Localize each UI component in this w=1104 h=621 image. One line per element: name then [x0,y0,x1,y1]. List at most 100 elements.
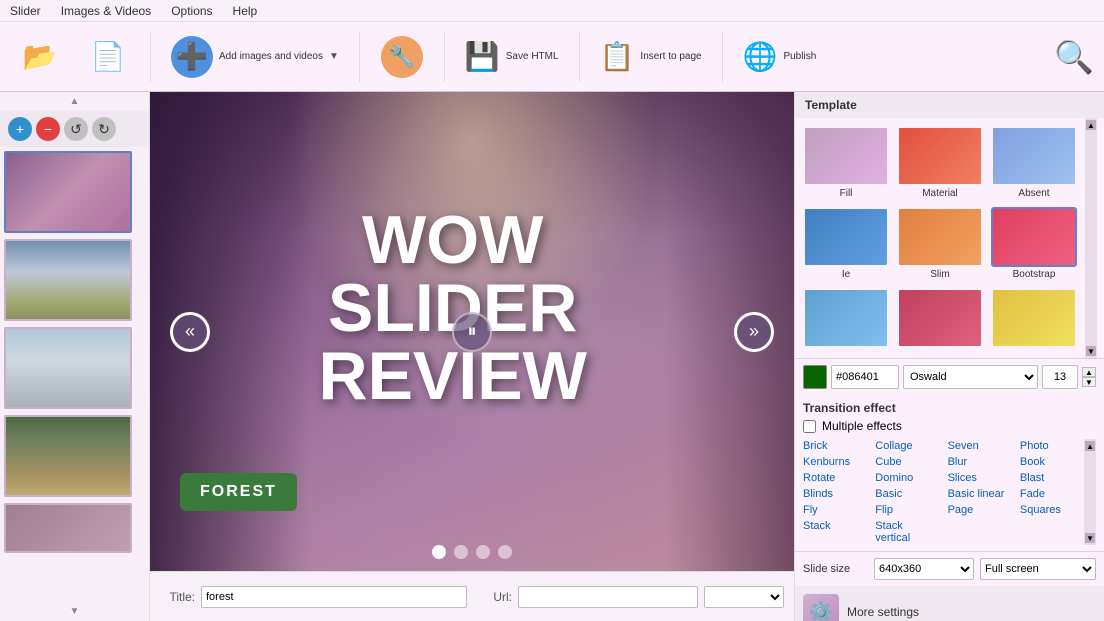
transition-blast[interactable]: Blast [1020,471,1084,485]
template-r7[interactable] [801,286,891,352]
transition-kenburns[interactable]: Kenburns [803,455,867,469]
template-r9[interactable] [989,286,1079,352]
thumbnail-2[interactable] [4,239,132,321]
search-area: 🔍 [1054,38,1094,76]
scroll-down-arrow[interactable]: ▼ [0,602,149,621]
title-input[interactable] [201,586,467,608]
template-r9-bg [993,290,1075,346]
transition-slices[interactable]: Slices [948,471,1012,485]
menu-help[interactable]: Help [233,4,258,18]
color-input[interactable] [831,365,899,389]
add-images-dropdown-icon[interactable]: ▼ [329,51,339,62]
transition-fade[interactable]: Fade [1020,487,1084,501]
slide-size-row: Slide size 640x360 Full screen [795,551,1104,586]
remove-slide-button[interactable]: − [36,117,60,141]
color-swatch[interactable] [803,365,827,389]
transition-collage[interactable]: Collage [875,439,939,453]
template-bootstrap[interactable]: Bootstrap [989,205,1079,282]
multiple-effects-checkbox[interactable] [803,420,816,433]
transition-brick[interactable]: Brick [803,439,867,453]
url-target-select[interactable] [704,586,784,608]
template-ie[interactable]: Ie [801,205,891,282]
template-slim[interactable]: Slim [895,205,985,282]
template-r8[interactable] [895,286,985,352]
thumb-controls: + − ↺ ↻ [0,111,149,147]
template-ie-label: Ie [842,269,850,280]
add-images-button[interactable]: ➕ Add images and videos ▼ [163,32,347,82]
transition-photo[interactable]: Photo [1020,439,1084,453]
thumbnail-scroll[interactable] [0,147,149,602]
scroll-up-arrow[interactable]: ▲ [0,92,149,111]
transition-cube[interactable]: Cube [875,455,939,469]
transition-seven[interactable]: Seven [948,439,1012,453]
template-absent[interactable]: Absent [989,124,1079,201]
insert-to-page-button[interactable]: 📋 Insert to page [592,36,710,77]
transition-fly[interactable]: Fly [803,503,867,517]
pause-button[interactable]: ⏸ [452,312,492,352]
fullscreen-select[interactable]: Full screen [980,558,1096,580]
insert-label: Insert to page [640,51,701,62]
url-row: Url: [477,586,784,608]
transition-flip[interactable]: Flip [875,503,939,517]
font-size-down[interactable]: ▼ [1082,377,1096,387]
save-html-button[interactable]: 💾 Save HTML [457,36,567,77]
transition-scrollbar[interactable]: ▲ ▼ [1084,439,1096,545]
transition-page[interactable]: Page [948,503,1012,517]
transition-scroll-up[interactable]: ▲ [1085,441,1095,451]
transition-rotate[interactable]: Rotate [803,471,867,485]
template-absent-bg [993,128,1075,184]
slide-dot-4[interactable] [498,545,512,559]
slide-size-select[interactable]: 640x360 [874,558,974,580]
template-absent-label: Absent [1018,188,1049,199]
font-select[interactable]: Oswald [903,365,1038,389]
transition-grid-wrapper: Brick Collage Seven Photo Kenburns Cube … [803,439,1096,545]
template-scroll-up[interactable]: ▲ [1086,120,1096,130]
more-settings-label[interactable]: More settings [847,605,919,619]
publish-button[interactable]: 🌐 Publish [735,36,825,77]
thumbnail-4[interactable] [4,415,132,497]
transition-blur[interactable]: Blur [948,455,1012,469]
menu-slider[interactable]: Slider [10,4,41,18]
font-size-input[interactable] [1042,365,1078,389]
transition-stack[interactable]: Stack [803,519,867,545]
transition-book[interactable]: Book [1020,455,1084,469]
transition-stack-vertical[interactable]: Stack vertical [875,519,939,545]
transition-basic[interactable]: Basic [875,487,939,501]
nav-next-button[interactable]: » [734,312,774,352]
options-button[interactable]: 🔧 [372,32,432,82]
new-button[interactable]: 📄 [78,35,138,79]
search-icon[interactable]: 🔍 [1054,38,1094,76]
add-slide-button[interactable]: + [8,117,32,141]
transition-scroll-down[interactable]: ▼ [1085,533,1095,543]
slide-dot-3[interactable] [476,545,490,559]
template-scroll-down[interactable]: ▼ [1086,346,1096,356]
template-scrollbar[interactable]: ▲ ▼ [1085,118,1097,358]
rotate-right-button[interactable]: ↻ [92,117,116,141]
open-button[interactable]: 📂 [10,35,70,79]
thumbnail-5[interactable] [4,503,132,553]
menu-options[interactable]: Options [171,4,212,18]
thumbnail-1[interactable] [4,151,132,233]
template-material[interactable]: Material [895,124,985,201]
menu-bar: Slider Images & Videos Options Help [0,0,1104,22]
transition-domino[interactable]: Domino [875,471,939,485]
slide-dot-1[interactable] [432,545,446,559]
thumbnail-3[interactable] [4,327,132,409]
publish-label: Publish [783,51,816,62]
font-size-up[interactable]: ▲ [1082,367,1096,377]
transition-squares[interactable]: Squares [1020,503,1084,517]
template-fill-bg [805,128,887,184]
template-fill-thumb [803,126,889,186]
wrench-icon: 🔧 [381,36,423,78]
transition-basic-linear[interactable]: Basic linear [948,487,1012,501]
menu-images-videos[interactable]: Images & Videos [61,4,152,18]
slide-dot-2[interactable] [454,545,468,559]
nav-prev-button[interactable]: « [170,312,210,352]
rotate-left-button[interactable]: ↺ [64,117,88,141]
transition-grid: Brick Collage Seven Photo Kenburns Cube … [803,439,1084,545]
template-r7-bg [805,290,887,346]
template-fill[interactable]: Fill [801,124,891,201]
transition-title: Transition effect [803,401,1096,415]
transition-blinds[interactable]: Blinds [803,487,867,501]
url-input[interactable] [518,586,698,608]
